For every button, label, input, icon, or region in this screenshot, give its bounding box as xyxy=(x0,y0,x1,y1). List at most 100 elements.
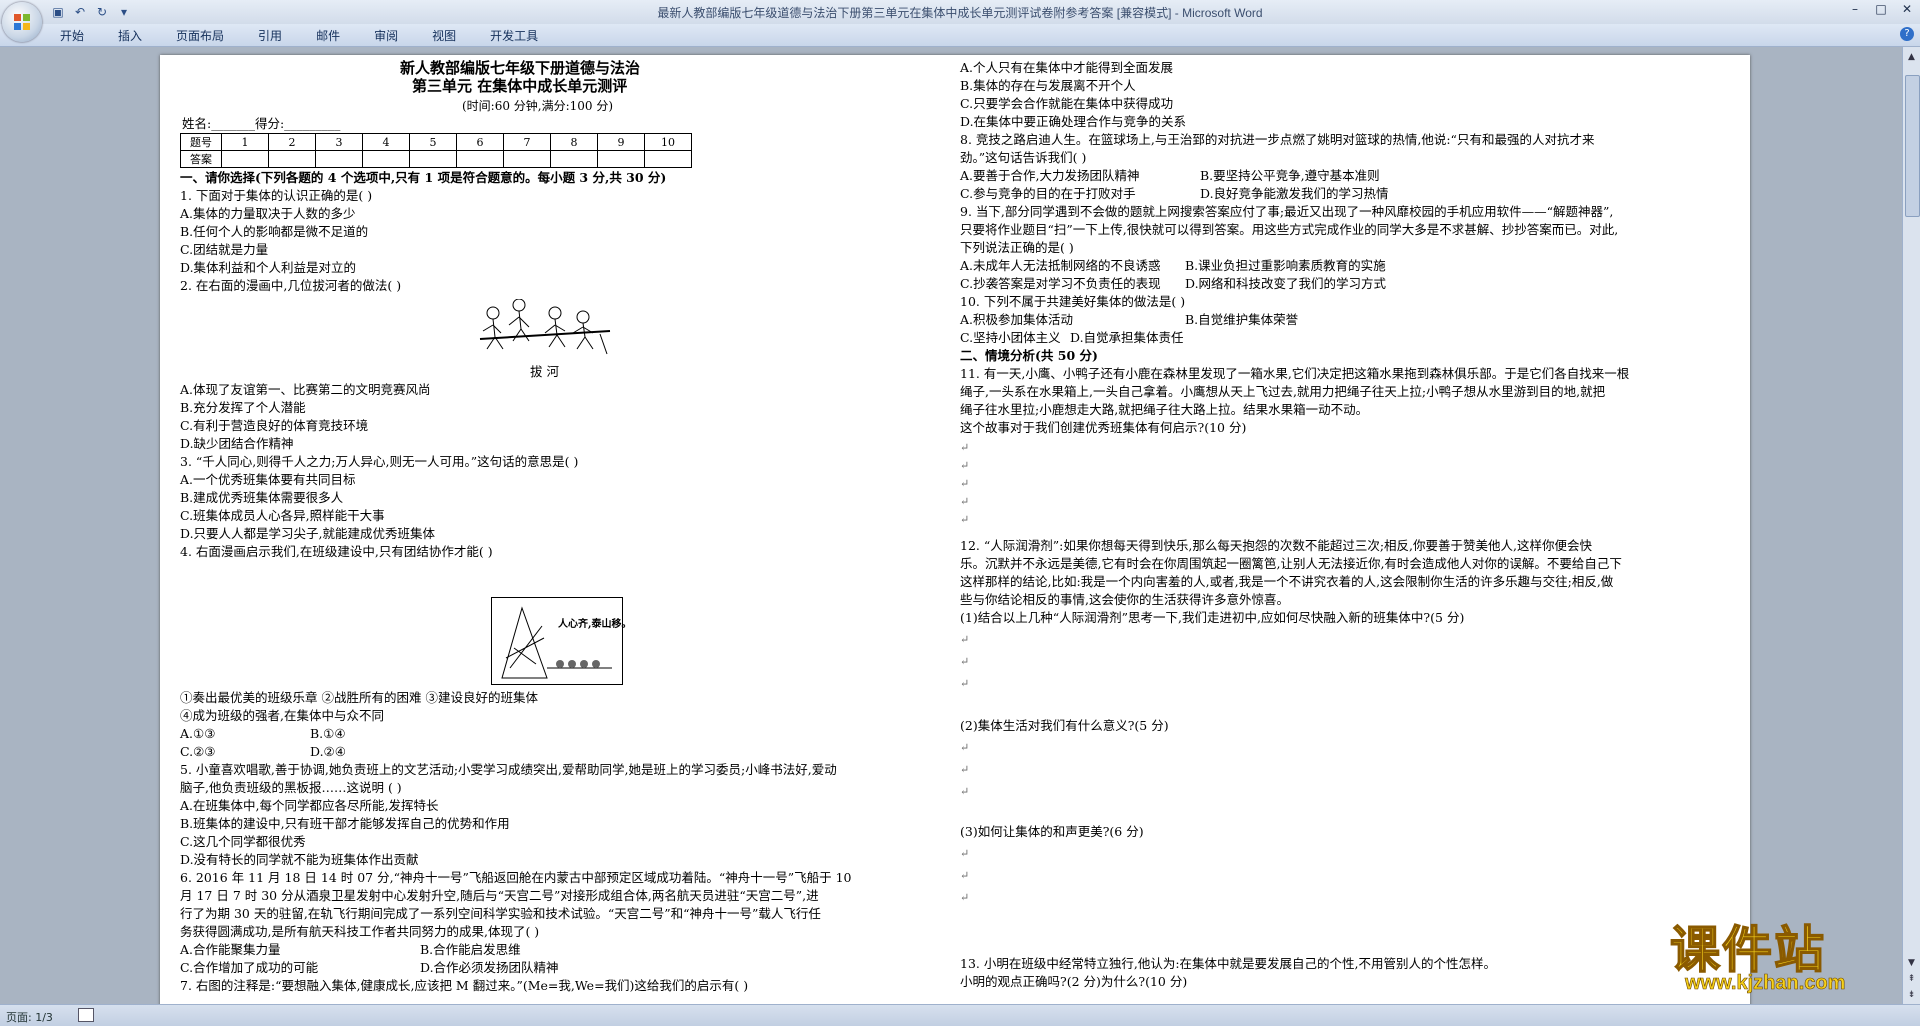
paragraph-mark: ↵ xyxy=(960,677,970,690)
doc-title-2: 第三单元 在集体中成长单元测评 xyxy=(412,77,628,95)
spelling-status-icon[interactable] xyxy=(78,1008,94,1022)
answer-table: 题号 1 2 3 4 5 6 7 8 9 10 答案 xyxy=(180,133,692,168)
option-text: A.个人只有在集体中才能得到全面发展 xyxy=(960,60,1174,75)
option-text: D.②④ xyxy=(310,744,346,759)
option-text: C.抄袭答案是对学习不负责任的表现 xyxy=(960,276,1161,291)
option-text: D.合作必须发扬团队精神 xyxy=(420,960,559,975)
page-indicator[interactable]: 页面: 1/3 xyxy=(6,1009,53,1025)
option-text: ①奏出最优美的班级乐章 ②战胜所有的困难 ③建设良好的班集体 xyxy=(180,690,538,705)
previous-page-icon[interactable]: ⇞ xyxy=(1905,973,1918,986)
option-text: C.只要学会合作就能在集体中获得成功 xyxy=(960,96,1174,111)
section-heading-1: 一、请你选择(下列各题的 4 个选项中,只有 1 项是符合题意的。每小题 3 分… xyxy=(180,170,667,185)
table-cell[interactable] xyxy=(268,150,316,168)
document-page[interactable]: 新人教部编版七年级下册道德与法治 第三单元 在集体中成长单元测评 (时间:60 … xyxy=(160,55,1750,1004)
paragraph-mark: ↵ xyxy=(960,655,970,668)
question-text: 9. 当下,部分同学遇到不会做的题就上网搜索答案应付了事;最近又出现了一种风靡校… xyxy=(960,204,1614,219)
scroll-down-icon[interactable]: ▼ xyxy=(1905,957,1918,970)
option-text: ④成为班级的强者,在集体中与众不同 xyxy=(180,708,384,723)
option-text: A.积极参加集体活动 xyxy=(960,312,1074,327)
maximize-icon[interactable]: □ xyxy=(1868,0,1894,18)
table-cell[interactable] xyxy=(221,150,269,168)
option-text: A.在班集体中,每个同学都应各尽所能,发挥特长 xyxy=(180,798,439,813)
option-text: D.缺少团结合作精神 xyxy=(180,436,294,451)
option-text: A.合作能聚集力量 xyxy=(180,942,281,957)
option-text: B.课业负担过重影响素质教育的实施 xyxy=(1185,258,1386,273)
option-text: B.集体的存在与发展离不开个人 xyxy=(960,78,1136,93)
option-text: C.合作增加了成功的可能 xyxy=(180,960,319,975)
table-cell[interactable] xyxy=(597,150,645,168)
office-logo-icon xyxy=(14,14,30,30)
scroll-up-icon[interactable]: ▲ xyxy=(1905,51,1918,64)
scroll-thumb[interactable] xyxy=(1905,75,1920,217)
tab-home[interactable]: 开始 xyxy=(60,27,84,44)
question-text: 务获得圆满成功,是所有航天科技工作者共同努力的成果,体现了( ) xyxy=(180,924,540,939)
table-cell[interactable] xyxy=(550,150,598,168)
question-text: 脑子,他负责班级的黑板报……这说明 ( ) xyxy=(180,780,402,795)
option-text: B.①④ xyxy=(310,726,346,741)
office-button[interactable] xyxy=(2,2,42,42)
document-area[interactable]: 新人教部编版七年级下册道德与法治 第三单元 在集体中成长单元测评 (时间:60 … xyxy=(0,47,1903,1004)
table-cell: 7 xyxy=(503,133,551,151)
paragraph-mark: ↵ xyxy=(960,741,970,754)
mountain-cartoon-drawing xyxy=(501,606,612,679)
question-text: 8. 竞技之路启迪人生。在篮球场上,与王治郅的对抗进一步点燃了姚明对篮球的热情,… xyxy=(960,132,1595,147)
table-row: 答案 xyxy=(180,150,692,168)
next-page-icon[interactable]: ⇟ xyxy=(1905,989,1918,1002)
tab-page-layout[interactable]: 页面布局 xyxy=(176,27,224,44)
option-text: A.体现了友谊第一、比赛第二的文明竞赛风尚 xyxy=(180,382,431,397)
option-text: A.一个优秀班集体要有共同目标 xyxy=(180,472,356,487)
option-text: D.集体利益和个人利益是对立的 xyxy=(180,260,357,275)
tab-references[interactable]: 引用 xyxy=(258,27,282,44)
option-text: D.网络和科技改变了我们的学习方式 xyxy=(1185,276,1387,291)
question-text: 11. 有一天,小鹰、小鸭子还有小鹿在森林里发现了一箱水果,它们决定把这箱水果拖… xyxy=(960,366,1630,381)
paragraph-mark: ↵ xyxy=(960,891,970,904)
question-text: 12. “人际润滑剂”:如果你想每天得到快乐,那么每天抱怨的次数不能超过三次;相… xyxy=(960,538,1592,553)
table-cell[interactable] xyxy=(644,150,692,168)
question-text: 13. 小明在班级中经常特立独行,他认为:在集体中就是要发展自己的个性,不用管别… xyxy=(960,956,1497,971)
question-text: (2)集体生活对我们有什么意义?(5 分) xyxy=(960,718,1169,733)
question-text: 只要将作业题目“扫”一下上传,很快就可以得到答案。用这些方式完成作业的同学大多是… xyxy=(960,222,1619,237)
table-cell: 10 xyxy=(644,133,692,151)
question-text: (3)如何让集体的和声更美?(6 分) xyxy=(960,824,1144,839)
paragraph-mark: ↵ xyxy=(960,495,970,508)
vertical-scrollbar[interactable]: ▲ ▼ ⇞ ⇟ xyxy=(1902,47,1920,1004)
option-text: B.班集体的建设中,只有班干部才能够发挥自己的优势和作用 xyxy=(180,816,510,831)
figure-text: 人心齐,泰山移。 xyxy=(558,619,632,630)
option-text: B.建成优秀班集体需要很多人 xyxy=(180,490,344,505)
paragraph-mark: ↵ xyxy=(960,513,970,526)
minimize-icon[interactable]: – xyxy=(1842,0,1868,18)
watermark-url: www.kjzhan.com xyxy=(1685,972,1846,995)
help-icon[interactable]: ? xyxy=(1900,27,1914,41)
tab-mailings[interactable]: 邮件 xyxy=(316,27,340,44)
table-cell: 6 xyxy=(456,133,504,151)
table-cell[interactable] xyxy=(315,150,363,168)
option-text: A.集体的力量取决于人数的多少 xyxy=(180,206,356,221)
question-text: 7. 右图的注释是:“要想融入集体,健康成长,应该把 M 翻过来。”(Me=我,… xyxy=(180,978,749,993)
paragraph-mark: ↵ xyxy=(960,633,970,646)
tab-review[interactable]: 审阅 xyxy=(374,27,398,44)
tab-developer[interactable]: 开发工具 xyxy=(490,27,538,44)
option-text: C.班集体成员人心各异,照样能干大事 xyxy=(180,508,385,523)
table-cell: 3 xyxy=(315,133,363,151)
question-text: 乐。沉默并不永远是美德,它有时会在你周围筑起一圈篱笆,让别人无法接近你,有时会造… xyxy=(960,556,1622,571)
tab-insert[interactable]: 插入 xyxy=(118,27,142,44)
table-cell[interactable] xyxy=(362,150,410,168)
question-text: 5. 小童喜欢唱歌,善于协调,她负责班上的文艺活动;小雯学习成绩突出,爱帮助同学… xyxy=(180,762,837,777)
option-text: C.这几个同学都很优秀 xyxy=(180,834,306,849)
question-text: 月 17 日 7 时 30 分从酒泉卫星发射中心发射升空,随后与“天宫二号”对接… xyxy=(180,888,819,903)
table-cell[interactable] xyxy=(409,150,457,168)
table-cell[interactable] xyxy=(456,150,504,168)
paragraph-mark: ↵ xyxy=(960,477,970,490)
doc-subtitle: (时间:60 分钟,满分:100 分) xyxy=(462,99,614,113)
question-text: 6. 2016 年 11 月 18 日 14 时 07 分,“神舟十一号”飞船返… xyxy=(180,870,852,885)
name-score-line: 姓名:_______得分:_________ xyxy=(182,116,341,131)
mountain-cartoon: 人心齐,泰山移。 xyxy=(491,597,631,685)
paragraph-mark: ↵ xyxy=(960,441,970,454)
paragraph-mark: ↵ xyxy=(960,785,970,798)
tab-view[interactable]: 视图 xyxy=(432,27,456,44)
option-text: C.坚持小团体主义 xyxy=(960,330,1061,345)
option-text: D.没有特长的同学就不能为班集体作出贡献 xyxy=(180,852,419,867)
close-icon[interactable]: ✕ xyxy=(1894,0,1920,18)
option-text: C.②③ xyxy=(180,744,216,759)
table-cell[interactable] xyxy=(503,150,551,168)
